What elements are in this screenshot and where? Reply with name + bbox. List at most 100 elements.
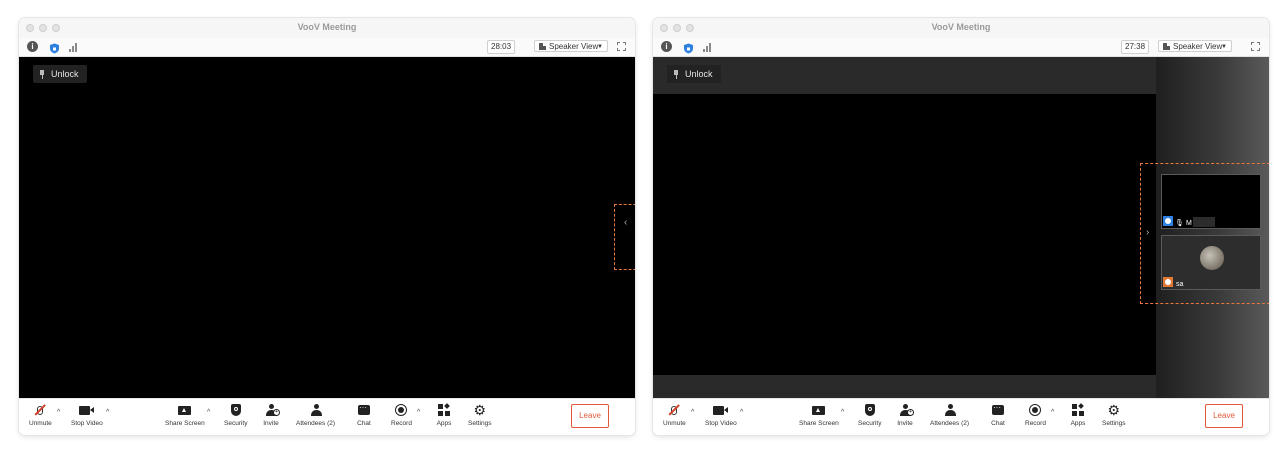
record-icon — [1029, 404, 1042, 416]
settings-label: Settings — [468, 420, 492, 427]
chat-button[interactable]: Chat — [356, 403, 372, 427]
highlight-box — [1140, 163, 1269, 304]
video-camera-icon — [713, 405, 729, 415]
record-button[interactable]: Record — [391, 403, 412, 427]
speaker-view-icon — [539, 43, 546, 50]
invite-label: Invite — [897, 420, 913, 427]
dropdown-caret-icon: ▼ — [1221, 44, 1227, 50]
share-screen-icon — [178, 405, 192, 415]
attendees-icon — [944, 404, 956, 416]
invite-button[interactable]: + Invite — [897, 403, 914, 427]
attendees-button[interactable]: Attendees (2) — [930, 403, 969, 427]
stop-video-button[interactable]: Stop Video — [71, 403, 103, 427]
view-mode-dropdown[interactable]: Speaker View ▼ — [534, 40, 608, 52]
stop-video-label: Stop Video — [705, 420, 737, 427]
record-options-caret[interactable]: ^ — [1051, 409, 1054, 416]
share-screen-button[interactable]: Share Screen — [165, 403, 205, 427]
unlock-label: Unlock — [685, 69, 713, 79]
apps-icon — [1072, 403, 1084, 416]
info-icon[interactable]: i — [661, 41, 672, 52]
meeting-toolbar: Unmute ^ Stop Video ^ Share Screen ^ Sec… — [19, 398, 635, 435]
apps-icon — [438, 403, 450, 416]
meeting-toolbar: Unmute ^ Stop Video ^ Share Screen ^ Sec… — [653, 398, 1269, 435]
attendees-icon — [310, 404, 322, 416]
gear-icon: ⚙ — [473, 402, 487, 418]
chat-button[interactable]: Chat — [990, 403, 1006, 427]
main-video-area: Unlock ‹ — [19, 57, 635, 399]
pin-icon — [39, 69, 45, 79]
stop-video-label: Stop Video — [71, 420, 103, 427]
share-screen-icon — [812, 405, 826, 415]
chat-label: Chat — [991, 420, 1005, 427]
chat-icon — [358, 403, 370, 415]
security-icon — [230, 404, 241, 416]
settings-button[interactable]: ⚙ Settings — [1102, 403, 1126, 427]
signal-strength-icon[interactable] — [703, 41, 715, 52]
stop-video-button[interactable]: Stop Video — [705, 403, 737, 427]
audio-options-caret[interactable]: ^ — [57, 409, 60, 416]
apps-button[interactable]: Apps — [1070, 403, 1086, 427]
attendees-button[interactable]: Attendees (2) — [296, 403, 335, 427]
view-mode-label: Speaker View — [549, 42, 599, 51]
record-icon — [395, 404, 408, 416]
fullscreen-icon[interactable] — [1251, 42, 1260, 51]
meeting-timer: 28:03 — [487, 40, 516, 54]
record-label: Record — [391, 420, 412, 427]
unlock-button[interactable]: Unlock — [667, 65, 721, 83]
leave-button[interactable]: Leave — [571, 404, 609, 428]
unmute-button[interactable]: Unmute — [663, 403, 686, 427]
pin-icon — [673, 69, 679, 79]
share-screen-label: Share Screen — [799, 420, 839, 427]
security-icon — [864, 404, 875, 416]
view-mode-dropdown[interactable]: Speaker View ▼ — [1158, 40, 1232, 52]
share-options-caret[interactable]: ^ — [841, 409, 844, 416]
shield-icon[interactable] — [683, 41, 694, 54]
video-camera-icon — [79, 405, 95, 415]
meeting-info-bar: i 28:03 Speaker View ▼ — [19, 38, 635, 57]
settings-label: Settings — [1102, 420, 1126, 427]
chat-icon — [992, 403, 1004, 415]
share-options-caret[interactable]: ^ — [207, 409, 210, 416]
invite-icon: + — [899, 404, 914, 416]
video-options-caret[interactable]: ^ — [740, 409, 743, 416]
record-label: Record — [1025, 420, 1046, 427]
speaker-video — [653, 94, 1156, 375]
video-options-caret[interactable]: ^ — [106, 409, 109, 416]
settings-button[interactable]: ⚙ Settings — [468, 403, 492, 427]
meeting-timer: 27:38 — [1121, 40, 1150, 54]
apps-label: Apps — [1070, 420, 1086, 427]
dropdown-caret-icon: ▼ — [597, 44, 603, 50]
signal-strength-icon[interactable] — [69, 41, 81, 52]
apps-button[interactable]: Apps — [436, 403, 452, 427]
title-bar: VooV Meeting — [653, 18, 1269, 38]
speaker-view-icon — [1163, 43, 1170, 50]
leave-button[interactable]: Leave — [1205, 404, 1243, 428]
apps-label: Apps — [436, 420, 452, 427]
meeting-window-left: VooV Meeting i 28:03 Speaker View ▼ Unlo… — [19, 18, 635, 435]
view-mode-label: Speaker View — [1173, 42, 1223, 51]
share-screen-button[interactable]: Share Screen — [799, 403, 839, 427]
invite-button[interactable]: + Invite — [263, 403, 280, 427]
window-title: VooV Meeting — [297, 22, 357, 32]
info-icon[interactable]: i — [27, 41, 38, 52]
gear-icon: ⚙ — [1107, 402, 1121, 418]
shield-icon[interactable] — [49, 41, 60, 54]
meeting-window-right: VooV Meeting i 27:38 Speaker View ▼ Unlo… — [653, 18, 1269, 435]
attendees-label: Attendees (2) — [296, 420, 336, 427]
highlight-box — [614, 204, 635, 270]
security-button[interactable]: Security — [224, 403, 247, 427]
record-options-caret[interactable]: ^ — [417, 409, 420, 416]
invite-label: Invite — [263, 420, 279, 427]
unmute-button[interactable]: Unmute — [29, 403, 52, 427]
audio-options-caret[interactable]: ^ — [691, 409, 694, 416]
unlock-button[interactable]: Unlock — [33, 65, 87, 83]
unmute-label: Unmute — [29, 420, 52, 427]
unmute-label: Unmute — [663, 420, 686, 427]
record-button[interactable]: Record — [1025, 403, 1046, 427]
fullscreen-icon[interactable] — [617, 42, 626, 51]
invite-icon: + — [265, 404, 280, 416]
chat-label: Chat — [357, 420, 371, 427]
security-label: Security — [224, 420, 248, 427]
window-title: VooV Meeting — [931, 22, 991, 32]
security-button[interactable]: Security — [858, 403, 881, 427]
